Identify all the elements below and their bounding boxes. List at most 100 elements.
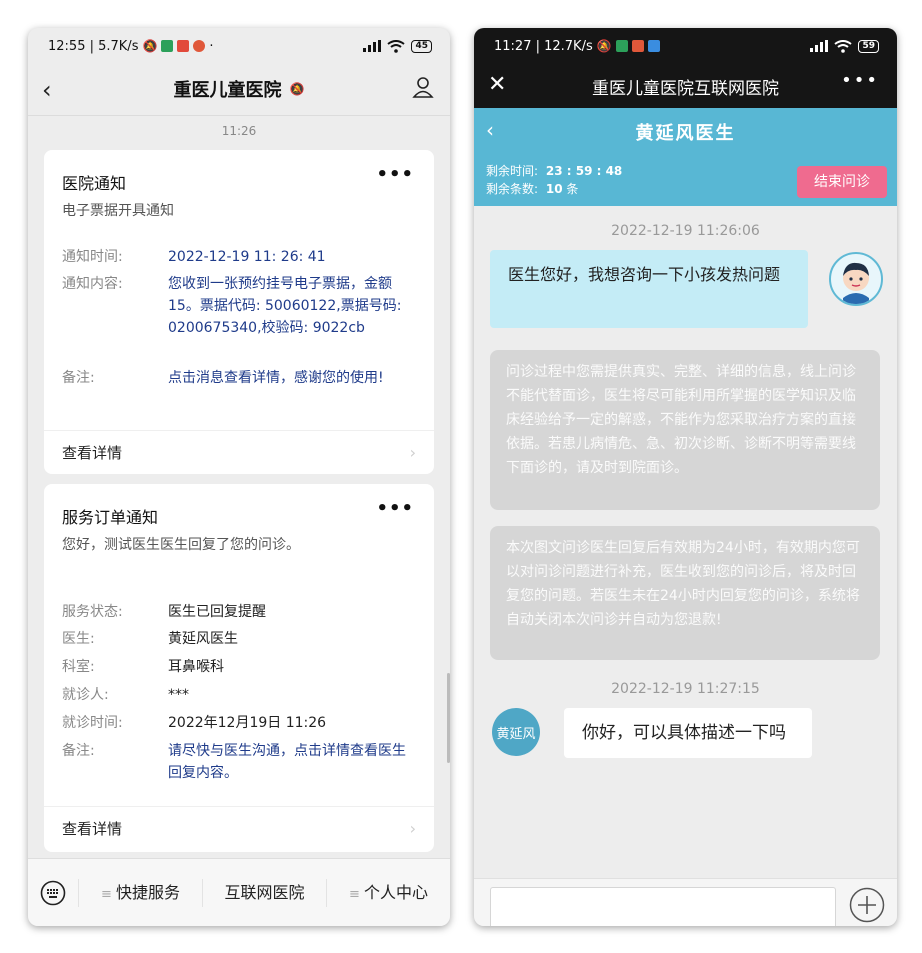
remaining-time-label: 剩余时间: [486,164,539,178]
status-time-speed: 11:27 | 12.7K/s [494,38,593,54]
info-label: 备注: [62,743,95,759]
info-label: 服务状态: [62,604,123,620]
info-value: 点击消息查看详情，感谢您的使用! [168,370,384,386]
signal-icon [363,40,382,52]
keyboard-toggle[interactable] [28,880,78,906]
view-details-link[interactable]: 查看详情 › [44,430,434,474]
info-value: 2022年12月19日 11:26 [168,715,327,731]
info-row: 就诊时间: 2022年12月19日 11:26 [62,712,416,734]
info-value: 医生已回复提醒 [168,604,266,620]
card-subtitle: 您好，测试医生医生回复了您的问诊。 [62,537,300,553]
info-label: 备注: [62,370,95,386]
info-label: 通知时间: [62,249,123,265]
app-notify-icon [161,40,174,52]
info-row: 备注: 请尽快与医生沟通，点击详情查看医生回复内容。 [62,740,416,784]
info-row: 备注: 点击消息查看详情，感谢您的使用! [62,367,416,389]
info-value: *** [168,687,189,703]
wifi-icon [387,39,406,53]
hospital-notice-card[interactable]: 医院通知 ••• 电子票据开具通知 通知时间: 2022-12-19 11: 2… [44,150,434,474]
menu-label: 快捷服务 [115,882,180,902]
my-message-bubble: 医生您好，我想咨询一下小孩发热问题 [490,250,808,328]
webview-topbar: ✕ 重医儿童医院互联网医院 ••• [474,64,897,108]
menu-internet-hospital[interactable]: 互联网医院 [202,878,326,907]
view-details-label: 查看详情 [62,444,123,462]
mute-status-icon: 🔕 [142,39,158,53]
message-input[interactable] [490,887,836,926]
menu-lines-icon: ≡ [101,886,112,902]
page-title: 重医儿童医院 [173,80,282,101]
app-notify-icon [177,40,190,52]
more-options-icon[interactable]: ••• [841,70,879,91]
header-divider [28,115,450,116]
app-notify-icon [647,40,660,52]
battery-icon: 45 [411,39,432,53]
view-details-label: 查看详情 [62,820,123,838]
card-title: 服务订单通知 [62,508,159,527]
mute-bell-icon: 🔕 [289,82,305,96]
doctor-avatar: 黄延风 [492,708,540,756]
person-icon[interactable] [412,76,434,98]
app-notify-icon [193,40,206,52]
info-label: 就诊人: [62,687,109,703]
more-options-icon[interactable]: ••• [376,498,414,519]
mute-status-icon: 🔕 [596,39,612,53]
back-arrow-icon[interactable]: ‹ [486,118,496,142]
validity-notice: 本次图文问诊医生回复后有效期为24小时，有效期内您可以对问诊问题进行补充，医生收… [490,526,880,660]
signal-icon [810,40,829,52]
dot-icon: · [209,38,214,54]
info-row: 医生: 黄延风医生 [62,628,416,650]
back-arrow-icon[interactable]: ‹ [42,76,52,104]
info-row: 就诊人: *** [62,684,416,706]
webview-title: 重医儿童医院互联网医院 [592,78,779,99]
bottom-menu-bar: ≡ 快捷服务 互联网医院 ≡ 个人中心 [28,858,450,926]
info-row: 通知内容: 您收到一张预约挂号电子票据，金额15。票据代码: 50060122,… [62,273,416,339]
consultation-notice: 问诊过程中您需提供真实、完整、详细的信息，线上问诊不能代替面诊，医生将尽可能利用… [490,350,880,510]
info-value: 请尽快与医生沟通，点击详情查看医生回复内容。 [168,743,406,781]
info-value: 2022-12-19 11: 26: 41 [168,249,326,265]
menu-label: 互联网医院 [224,882,305,902]
chevron-right-icon: › [409,819,416,838]
menu-quick-services[interactable]: ≡ 快捷服务 [78,878,202,907]
app-notify-icon [615,40,628,52]
info-label: 科室: [62,659,95,675]
remaining-info-bar: 剩余时间: 23 : 59 : 48 剩余条数: 10 条 结束问诊 [474,156,897,206]
view-details-link[interactable]: 查看详情 › [44,806,434,850]
info-label: 医生: [62,631,95,647]
info-label: 就诊时间: [62,715,123,731]
remaining-count-value: 10 [545,182,563,196]
remaining-count-label: 剩余条数: [486,182,539,196]
status-bar: 11:27 | 12.7K/s 🔕 59 [474,28,897,64]
child-avatar-icon [843,262,869,304]
more-options-icon[interactable]: ••• [376,164,414,185]
card-title: 医院通知 [62,174,127,193]
info-value: 黄延风医生 [168,631,238,647]
menu-personal-center[interactable]: ≡ 个人中心 [326,878,450,907]
end-consultation-button[interactable]: 结束问诊 [797,166,887,198]
remaining-time-value: 23 : 59 : 48 [545,164,623,178]
doctor-message-bubble: 你好，可以具体描述一下吗 [564,708,812,758]
wifi-icon [834,39,853,53]
info-row: 通知时间: 2022-12-19 11: 26: 41 [62,246,416,268]
info-row: 科室: 耳鼻喉科 [62,656,416,678]
menu-lines-icon: ≡ [349,886,360,902]
chat-timestamp: 11:26 [221,124,257,138]
info-value: 耳鼻喉科 [168,659,224,675]
doctor-title: 黄延风医生 [635,123,736,144]
order-notice-card[interactable]: 服务订单通知 ••• 您好，测试医生医生回复了您的问诊。 服务状态: 医生已回复… [44,484,434,852]
scrollbar[interactable] [447,673,450,763]
app-notify-icon [631,40,644,52]
doctor-title-bar: ‹ 黄延风医生 [474,108,897,156]
right-phone-screen: 11:27 | 12.7K/s 🔕 59 ✕ 重医儿童医院互联网医院 ••• ‹… [474,28,897,926]
menu-label: 个人中心 [363,882,428,902]
message-timestamp: 2022-12-19 11:26:06 [611,223,760,239]
close-icon[interactable]: ✕ [488,72,506,97]
remaining-count-unit: 条 [566,182,579,196]
status-time-speed: 12:55 | 5.7K/s [48,38,139,54]
keyboard-icon [40,880,66,905]
plus-icon[interactable] [849,887,885,923]
battery-icon: 59 [858,39,879,53]
avatar [829,252,883,306]
info-label: 通知内容: [62,276,123,292]
chevron-right-icon: › [409,443,416,462]
message-timestamp: 2022-12-19 11:27:15 [611,681,760,697]
